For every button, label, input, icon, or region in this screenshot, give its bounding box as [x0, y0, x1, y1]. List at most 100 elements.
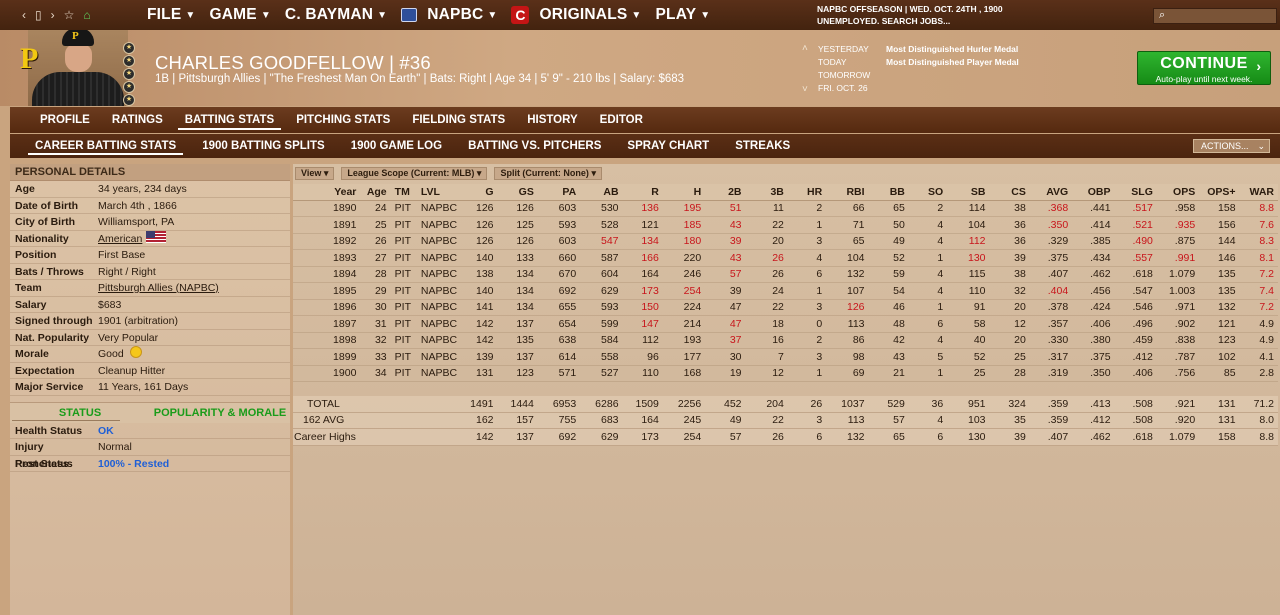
event-today[interactable]: Most Distinguished Player Medal [886, 56, 1136, 69]
column-header[interactable]: RBI [826, 184, 869, 201]
personal-details-panel: PERSONAL DETAILS Age 34 years, 234 days D… [10, 164, 290, 615]
tab-batting-splits[interactable]: 1900 BATTING SPLITS [192, 134, 334, 158]
table-cell: 4.9 [1239, 332, 1278, 349]
table-cell: 224 [662, 299, 706, 316]
search-input[interactable]: ⌕ [1153, 8, 1277, 24]
column-header[interactable]: Age [360, 184, 391, 201]
forward-icon[interactable]: › [51, 8, 55, 22]
tab-popularity-morale[interactable]: POPULARITY & MORALE [150, 403, 290, 423]
column-header[interactable]: 3B [745, 184, 788, 201]
tab-streaks[interactable]: STREAKS [725, 134, 800, 158]
table-cell: .317 [1029, 348, 1073, 366]
column-header[interactable]: CS [989, 184, 1030, 201]
column-header[interactable]: PA [537, 184, 581, 201]
table-cell: 25 [989, 348, 1030, 366]
actions-dropdown[interactable]: ACTIONS... ⌄ [1193, 139, 1270, 153]
batting-stats-panel: View ▾ League Scope (Current: MLB) ▾ Spl… [293, 164, 1280, 615]
table-cell: 71 [826, 216, 869, 234]
table-cell: 4.1 [1239, 348, 1278, 366]
column-header[interactable]: BB [868, 184, 909, 201]
table-row[interactable]: 1892 26 PIT NAPBC 126 126 603 547 134 180 39 20 3 65 4… [293, 233, 1278, 250]
tab-fielding-stats[interactable]: FIELDING STATS [401, 107, 516, 133]
column-header[interactable]: H [662, 184, 706, 201]
table-cell: 126 [826, 299, 869, 316]
table-cell: .459 [1114, 332, 1157, 349]
continue-button[interactable]: CONTINUE Auto-play until next week. › [1137, 51, 1271, 85]
column-header[interactable]: OBP [1072, 184, 1115, 201]
column-header[interactable]: AVG [1029, 184, 1073, 201]
chevron-down-icon[interactable]: ˅ [802, 83, 808, 96]
table-cell: PIT [390, 348, 417, 366]
column-header[interactable]: SLG [1114, 184, 1157, 201]
tab-ratings[interactable]: RATINGS [101, 107, 174, 133]
job-status-link[interactable]: UNEMPLOYED. SEARCH JOBS... [817, 15, 1003, 27]
menu-team[interactable]: C ORIGINALS ▼ [504, 6, 648, 24]
table-row[interactable]: 1893 27 PIT NAPBC 140 133 660 587 166 220 43 26 4 104… [293, 249, 1278, 267]
tab-batting-vs-pitchers[interactable]: BATTING VS. PITCHERS [458, 134, 611, 158]
table-cell [390, 428, 417, 446]
table-cell: .359 [1029, 412, 1073, 429]
tab-editor[interactable]: EDITOR [589, 107, 654, 133]
medal-icon: ★ [123, 94, 135, 106]
tab-career-batting-stats[interactable]: CAREER BATTING STATS [25, 134, 186, 158]
column-header[interactable]: SB [947, 184, 990, 201]
table-cell: .380 [1072, 332, 1115, 349]
column-header[interactable]: G [457, 184, 498, 201]
table-cell: 39 [705, 233, 746, 250]
table-cell: 134 [497, 282, 538, 300]
table-row[interactable]: 1896 30 PIT NAPBC 141 134 655 593 150 224 47 22 3 126… [293, 299, 1278, 316]
table-cell: .368 [1029, 200, 1073, 217]
column-header[interactable]: OPS [1156, 184, 1200, 201]
menu-game[interactable]: GAME ▼ [203, 6, 278, 24]
league-scope-dropdown[interactable]: League Scope (Current: MLB) ▾ [341, 167, 488, 180]
menu-play[interactable]: PLAY ▼ [649, 6, 718, 24]
back-icon[interactable]: ‹ [22, 8, 26, 22]
us-flag-icon [146, 230, 167, 243]
tab-status[interactable]: STATUS [10, 403, 150, 423]
table-cell: 1509 [622, 395, 663, 413]
tab-profile[interactable]: PROFILE [29, 107, 101, 133]
column-header[interactable]: 2B [705, 184, 746, 201]
table-cell: PIT [390, 266, 417, 283]
column-header[interactable]: WAR [1239, 184, 1278, 201]
chevron-up-icon[interactable]: ˄ [802, 42, 808, 55]
table-row[interactable]: 1897 31 PIT NAPBC 142 137 654 599 147 214 47 18 0 113… [293, 315, 1278, 333]
window-icon[interactable]: ▯ [35, 8, 42, 22]
view-dropdown[interactable]: View ▾ [295, 167, 335, 180]
column-header[interactable]: AB [580, 184, 623, 201]
column-header[interactable]: LVL [416, 184, 458, 201]
table-cell: 134 [497, 266, 538, 283]
column-header[interactable]: R [622, 184, 663, 201]
table-summary-row: Career Highs 142 137 692 629 173 254 57 26 6 132 65… [293, 428, 1278, 446]
tab-game-log[interactable]: 1900 GAME LOG [341, 134, 452, 158]
table-row[interactable]: 1894 28 PIT NAPBC 138 134 670 604 164 246 57 26 6 132… [293, 266, 1278, 283]
column-header[interactable]: HR [787, 184, 827, 201]
column-header[interactable]: OPS+ [1199, 184, 1240, 201]
column-header[interactable]: SO [908, 184, 948, 201]
column-header[interactable]: GS [497, 184, 538, 201]
tab-history[interactable]: HISTORY [516, 107, 588, 133]
table-row[interactable]: 1890 24 PIT NAPBC 126 126 603 530 136 195 51 11 2 66 6… [293, 200, 1278, 217]
table-cell: 24 [745, 282, 788, 300]
table-row[interactable]: 1899 33 PIT NAPBC 139 137 614 558 96 177 30 7 3 98 43 5… [293, 348, 1278, 366]
table-cell: .921 [1156, 395, 1200, 413]
tab-spray-chart[interactable]: SPRAY CHART [617, 134, 719, 158]
table-cell: 110 [622, 365, 663, 382]
menu-file[interactable]: FILE ▼ [140, 6, 203, 24]
star-icon[interactable]: ☆ [64, 8, 75, 22]
home-icon[interactable]: ⌂ [83, 8, 90, 22]
tab-pitching-stats[interactable]: PITCHING STATS [285, 107, 401, 133]
table-row[interactable]: 1891 25 PIT NAPBC 126 125 593 528 121 185 43 22 1 71 5… [293, 216, 1278, 234]
split-dropdown[interactable]: Split (Current: None) ▾ [494, 167, 602, 180]
menu-league[interactable]: NAPBC ▼ [394, 6, 504, 24]
tab-batting-stats[interactable]: BATTING STATS [174, 107, 285, 133]
column-header[interactable]: Year [293, 184, 361, 201]
menu-manager[interactable]: C. BAYMAN ▼ [278, 6, 394, 24]
table-cell: 20 [989, 299, 1030, 316]
table-row[interactable]: 1898 32 PIT NAPBC 142 135 638 584 112 193 37 16 2 86 4… [293, 332, 1278, 349]
event-yesterday[interactable]: Most Distinguished Hurler Medal [886, 43, 1136, 56]
table-cell: 254 [662, 428, 706, 446]
table-row[interactable]: 1900 34 PIT NAPBC 131 123 571 527 110 168 19 12 1 69 2… [293, 365, 1278, 382]
column-header[interactable]: TM [390, 184, 417, 201]
table-row[interactable]: 1895 29 PIT NAPBC 140 134 692 629 173 254 39 24 1 107… [293, 282, 1278, 300]
